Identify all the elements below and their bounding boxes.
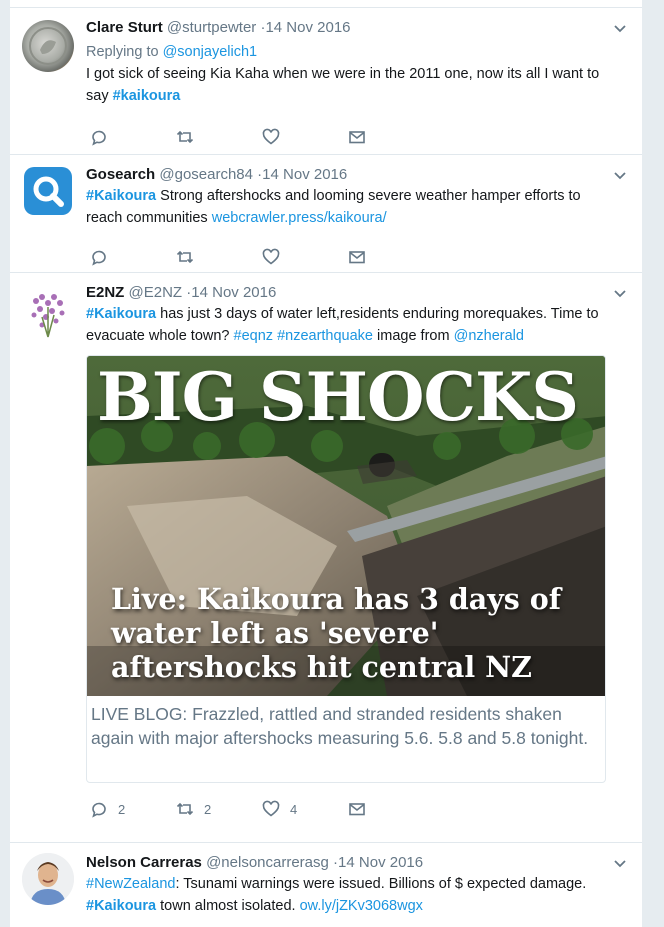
retweet-button[interactable] [176, 248, 262, 266]
retweet-button[interactable]: 2 [176, 800, 262, 818]
retweet-count: 2 [204, 801, 212, 817]
tweet-header: E2NZ @E2NZ ·14 Nov 2016 [86, 283, 628, 303]
tweet-text-line1: Strong aftershocks and looming severe we… [156, 188, 581, 204]
tweet-text-line1: has just 3 days of water left,residents … [156, 306, 599, 322]
retweet-icon [176, 130, 194, 144]
reply-icon [92, 130, 106, 146]
chevron-down-icon[interactable] [612, 855, 628, 871]
card-headline[interactable]: Live: Kaikoura has 3 days of water left … [111, 582, 581, 684]
retweet-button[interactable] [176, 128, 262, 146]
chevron-down-icon[interactable] [612, 285, 628, 301]
tweet[interactable]: E2NZ @E2NZ ·14 Nov 2016 #Kaikoura has ju… [10, 273, 642, 843]
tweet[interactable]: Nelson Carreras @nelsoncarrerasg ·14 Nov… [10, 843, 642, 927]
tweet-text-line2: say [86, 88, 113, 104]
search-icon [33, 176, 64, 207]
url-link[interactable]: webcrawler.press/kaikoura/ [212, 210, 387, 226]
hashtag-link[interactable]: #NewZealand [86, 876, 175, 892]
avatar[interactable] [22, 853, 74, 905]
hashtag-link[interactable]: #Kaikoura [86, 188, 156, 204]
avatar[interactable] [22, 287, 74, 339]
like-icon [262, 800, 280, 817]
chevron-down-icon[interactable] [612, 167, 628, 183]
reply-mention-link[interactable]: @sonjayelich1 [163, 44, 258, 60]
like-count: 4 [290, 801, 298, 817]
tweet-text-line2: town almost isolated. [156, 898, 300, 914]
tweet-header: Gosearch @gosearch84 ·14 Nov 2016 [86, 165, 628, 185]
hashtag-link[interactable]: #nzearthquake [277, 328, 373, 344]
tweet-text-line3: image from [373, 328, 454, 344]
tweet-text-line2: reach communities [86, 210, 212, 226]
reply-button[interactable] [90, 128, 176, 146]
author-handle[interactable]: @gosearch84 [159, 166, 253, 183]
tweet-time[interactable]: ·14 Nov 2016 [260, 19, 350, 36]
tweet-text-line2: evacuate whole town? [86, 328, 234, 344]
hashtag-link[interactable]: #Kaikoura [86, 898, 156, 914]
tweet[interactable]: Gosearch @gosearch84 ·14 Nov 2016 #Kaiko… [10, 155, 642, 273]
mention-link[interactable]: @nzherald [454, 328, 524, 344]
reply-button[interactable]: 2 [90, 800, 176, 818]
message-icon [349, 803, 365, 816]
tweet-header: Nelson Carreras @nelsoncarrerasg ·14 Nov… [86, 853, 628, 873]
avatar[interactable] [24, 167, 72, 215]
author-name[interactable]: Gosearch [86, 166, 155, 183]
tweet-header: Clare Sturt @sturtpewter ·14 Nov 2016 [86, 18, 628, 38]
link-card[interactable]: BIG SHOCKS Live: Kaikoura has 3 days of … [86, 355, 606, 783]
reply-icon [92, 802, 106, 818]
person-avatar-image [22, 853, 74, 905]
card-image-title: BIG SHOCKS [97, 358, 579, 436]
reply-context: Replying to @sonjayelich1 [86, 41, 628, 63]
top-divider [10, 0, 642, 8]
like-button[interactable] [262, 248, 348, 266]
message-icon [349, 131, 365, 144]
retweet-icon [176, 250, 194, 264]
tweet-text: I got sick of seeing Kia Kaha when we we… [86, 63, 628, 107]
tweet[interactable]: Clare Sturt @sturtpewter ·14 Nov 2016 Re… [10, 8, 642, 155]
heather-flower-avatar-image [31, 294, 65, 338]
message-button[interactable] [348, 800, 434, 818]
tweet-actions: 2 2 4 [86, 787, 628, 831]
url-link[interactable]: ow.ly/jZKv3068wgx [300, 898, 423, 914]
timeline: Clare Sturt @sturtpewter ·14 Nov 2016 Re… [10, 0, 642, 927]
chevron-down-icon[interactable] [612, 20, 628, 36]
author-handle[interactable]: @nelsoncarrerasg [206, 854, 329, 871]
like-icon [262, 248, 280, 265]
tweet-time[interactable]: ·14 Nov 2016 [257, 166, 347, 183]
message-button[interactable] [348, 248, 434, 266]
hashtag-link[interactable]: #Kaikoura [86, 306, 156, 322]
reply-button[interactable] [90, 248, 176, 266]
tweet-text: #Kaikoura Strong aftershocks and looming… [86, 185, 628, 229]
retweet-icon [176, 802, 194, 816]
like-button[interactable]: 4 [262, 800, 348, 818]
card-description[interactable]: LIVE BLOG: Frazzled, rattled and strande… [87, 696, 605, 782]
like-button[interactable] [262, 128, 348, 146]
card-image[interactable]: BIG SHOCKS Live: Kaikoura has 3 days of … [87, 356, 605, 696]
author-name[interactable]: E2NZ [86, 284, 124, 301]
message-button[interactable] [348, 128, 434, 146]
hashtag-link[interactable]: #eqnz [234, 328, 274, 344]
avatar[interactable] [22, 20, 74, 72]
author-handle[interactable]: @sturtpewter [167, 19, 256, 36]
hashtag-link[interactable]: #kaikoura [113, 88, 181, 104]
tweet-actions [86, 115, 628, 159]
tweet-text-line1: : Tsunami warnings were issued. Billions… [175, 876, 587, 892]
tweet-time[interactable]: ·14 Nov 2016 [333, 854, 423, 871]
reply-icon [92, 250, 106, 266]
reply-prefix: Replying to [86, 44, 163, 60]
tweet-text: #Kaikoura has just 3 days of water left,… [86, 303, 628, 347]
author-name[interactable]: Nelson Carreras [86, 854, 202, 871]
tweet-time[interactable]: ·14 Nov 2016 [186, 284, 276, 301]
like-icon [262, 128, 280, 145]
author-name[interactable]: Clare Sturt [86, 19, 163, 36]
author-handle[interactable]: @E2NZ [129, 284, 183, 301]
tweet-text-line1: I got sick of seeing Kia Kaha when we we… [86, 66, 600, 82]
tweet-text: #NewZealand: Tsunami warnings were issue… [86, 873, 628, 917]
message-icon [349, 251, 365, 264]
reply-count: 2 [118, 801, 126, 817]
coin-avatar-image [29, 27, 67, 65]
